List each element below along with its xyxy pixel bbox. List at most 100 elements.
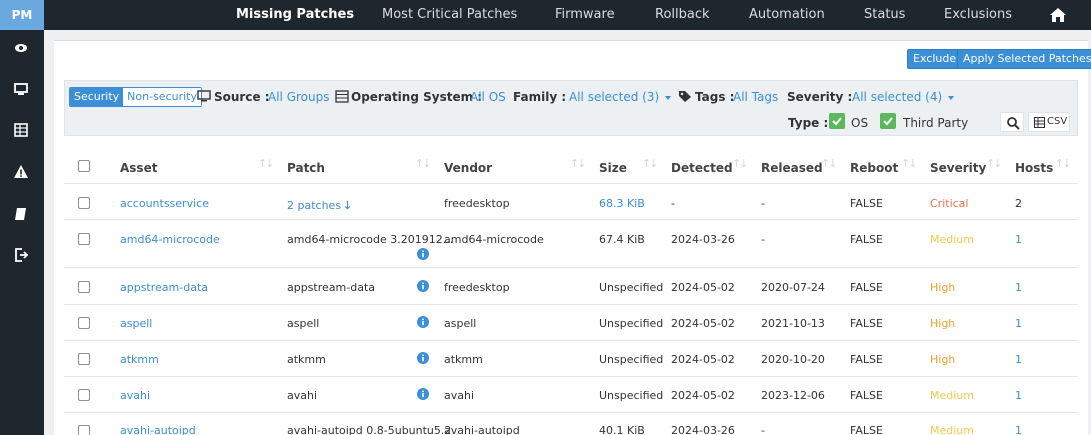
hosts-link[interactable]: 1 <box>1015 317 1022 330</box>
row-divider <box>64 304 1078 305</box>
row-checkbox[interactable] <box>78 425 90 435</box>
select-all-checkbox[interactable] <box>78 160 90 172</box>
severity-cell: High <box>930 353 956 366</box>
hosts-link[interactable]: 1 <box>1015 424 1022 435</box>
warning-icon[interactable] <box>12 163 30 181</box>
detected-cell: 2024-05-02 <box>671 389 735 402</box>
table-icon[interactable] <box>12 121 30 139</box>
info-icon[interactable] <box>417 248 429 260</box>
type-os-checkbox[interactable] <box>829 113 845 129</box>
hosts-link[interactable]: 1 <box>1015 389 1022 402</box>
column-header-hosts[interactable]: Hosts <box>1015 161 1053 175</box>
row-checkbox[interactable] <box>78 389 90 401</box>
reboot-cell: FALSE <box>850 424 883 435</box>
tag-icon <box>679 91 691 102</box>
row-checkbox[interactable] <box>78 317 90 329</box>
tab-missing-patches[interactable]: Missing Patches <box>236 0 354 30</box>
row-divider <box>64 412 1078 413</box>
size-cell: Unspecified <box>599 281 664 294</box>
patch-cell: avahi <box>287 389 318 402</box>
info-icon[interactable] <box>417 316 429 328</box>
row-checkbox[interactable] <box>78 281 90 293</box>
detected-cell: 2024-05-02 <box>671 353 735 366</box>
row-checkbox[interactable] <box>78 233 90 245</box>
sort-icon[interactable]: ↑↓ <box>821 157 838 170</box>
type-third-party-checkbox[interactable] <box>880 113 896 129</box>
detected-cell: 2024-05-02 <box>671 281 735 294</box>
brand-logo[interactable]: PM <box>0 0 44 30</box>
hosts-link[interactable]: 1 <box>1015 353 1022 366</box>
eye-icon[interactable] <box>12 39 30 57</box>
released-cell: 2020-07-24 <box>761 281 825 294</box>
vendor-cell: avahi-autoipd <box>444 424 520 435</box>
security-option[interactable]: Security <box>70 88 124 106</box>
size-link[interactable]: 68.3 KiB <box>599 197 645 210</box>
severity-dropdown[interactable]: All selected (4) <box>852 90 955 104</box>
source-dropdown[interactable]: All Groups <box>268 90 329 104</box>
os-dropdown[interactable]: All OS <box>470 90 506 104</box>
logout-icon[interactable] <box>12 246 30 264</box>
tab-automation[interactable]: Automation <box>749 0 825 30</box>
monitor-icon[interactable] <box>12 80 30 98</box>
released-cell: 2021-10-13 <box>761 317 825 330</box>
info-icon[interactable] <box>417 280 429 292</box>
asset-link[interactable]: aspell <box>120 317 152 330</box>
column-header-asset[interactable]: Asset <box>120 161 157 175</box>
tab-rollback[interactable]: Rollback <box>655 0 710 30</box>
detected-cell: 2024-05-02 <box>671 317 735 330</box>
hosts-link[interactable]: 1 <box>1015 233 1022 246</box>
column-header-size[interactable]: Size <box>599 161 627 175</box>
tab-firmware[interactable]: Firmware <box>555 0 615 30</box>
vendor-cell: amd64-microcode <box>444 233 544 246</box>
search-button[interactable] <box>1000 112 1024 132</box>
severity-cell: Medium <box>930 424 974 435</box>
severity-cell: High <box>930 317 956 330</box>
tab-status[interactable]: Status <box>864 0 905 30</box>
tags-dropdown[interactable]: All Tags <box>733 90 778 104</box>
arrow-down-icon: 🡓 <box>344 199 351 212</box>
sort-icon[interactable]: ↑↓ <box>1055 157 1072 170</box>
column-header-detected[interactable]: Detected <box>671 161 733 175</box>
row-divider <box>64 340 1078 341</box>
released-cell: - <box>761 424 765 435</box>
exclude-button[interactable]: Exclude <box>907 49 963 69</box>
severity-cell: High <box>930 281 956 294</box>
sidebar <box>0 30 44 435</box>
os-label: Operating System : <box>351 90 483 104</box>
sort-icon[interactable]: ↑↓ <box>570 157 587 170</box>
sort-icon[interactable]: ↑↓ <box>642 157 659 170</box>
asset-link[interactable]: avahi-autoipd <box>120 424 196 435</box>
tab-most-critical-patches[interactable]: Most Critical Patches <box>382 0 517 30</box>
tab-exclusions[interactable]: Exclusions <box>944 0 1012 30</box>
asset-link[interactable]: avahi <box>120 389 150 402</box>
column-header-severity[interactable]: Severity <box>930 161 986 175</box>
patch-expand-link[interactable]: 2 patches 🡓 <box>287 197 350 216</box>
home-icon[interactable] <box>1049 6 1067 24</box>
non-security-option[interactable]: Non-security <box>123 88 201 106</box>
row-divider <box>64 376 1078 377</box>
asset-link[interactable]: accountsservice <box>120 197 209 210</box>
column-header-patch[interactable]: Patch <box>287 161 325 175</box>
info-icon[interactable] <box>417 388 429 400</box>
sort-icon[interactable]: ↑↓ <box>415 157 432 170</box>
asset-link[interactable]: appstream-data <box>120 281 208 294</box>
asset-link[interactable]: atkmm <box>120 353 159 366</box>
sort-icon[interactable]: ↑↓ <box>986 157 1003 170</box>
severity-cell: Medium <box>930 389 974 402</box>
column-header-reboot[interactable]: Reboot <box>850 161 898 175</box>
column-header-vendor[interactable]: Vendor <box>444 161 492 175</box>
book-icon[interactable] <box>12 205 30 223</box>
apply-selected-patches-button[interactable]: Apply Selected Patches <box>957 49 1091 69</box>
hosts-link[interactable]: 1 <box>1015 281 1022 294</box>
family-dropdown[interactable]: All selected (3) <box>569 90 672 104</box>
asset-link[interactable]: amd64-microcode <box>120 233 220 246</box>
sort-icon[interactable]: ↑↓ <box>732 157 749 170</box>
info-icon[interactable] <box>417 352 429 364</box>
row-checkbox[interactable] <box>78 197 90 209</box>
sort-icon[interactable]: ↑↓ <box>901 157 918 170</box>
csv-export-button[interactable]: CSV <box>1028 112 1070 132</box>
sort-icon[interactable]: ↑↓ <box>258 157 275 170</box>
row-checkbox[interactable] <box>78 353 90 365</box>
severity-cell: Medium <box>930 233 974 246</box>
column-header-released[interactable]: Released <box>761 161 823 175</box>
